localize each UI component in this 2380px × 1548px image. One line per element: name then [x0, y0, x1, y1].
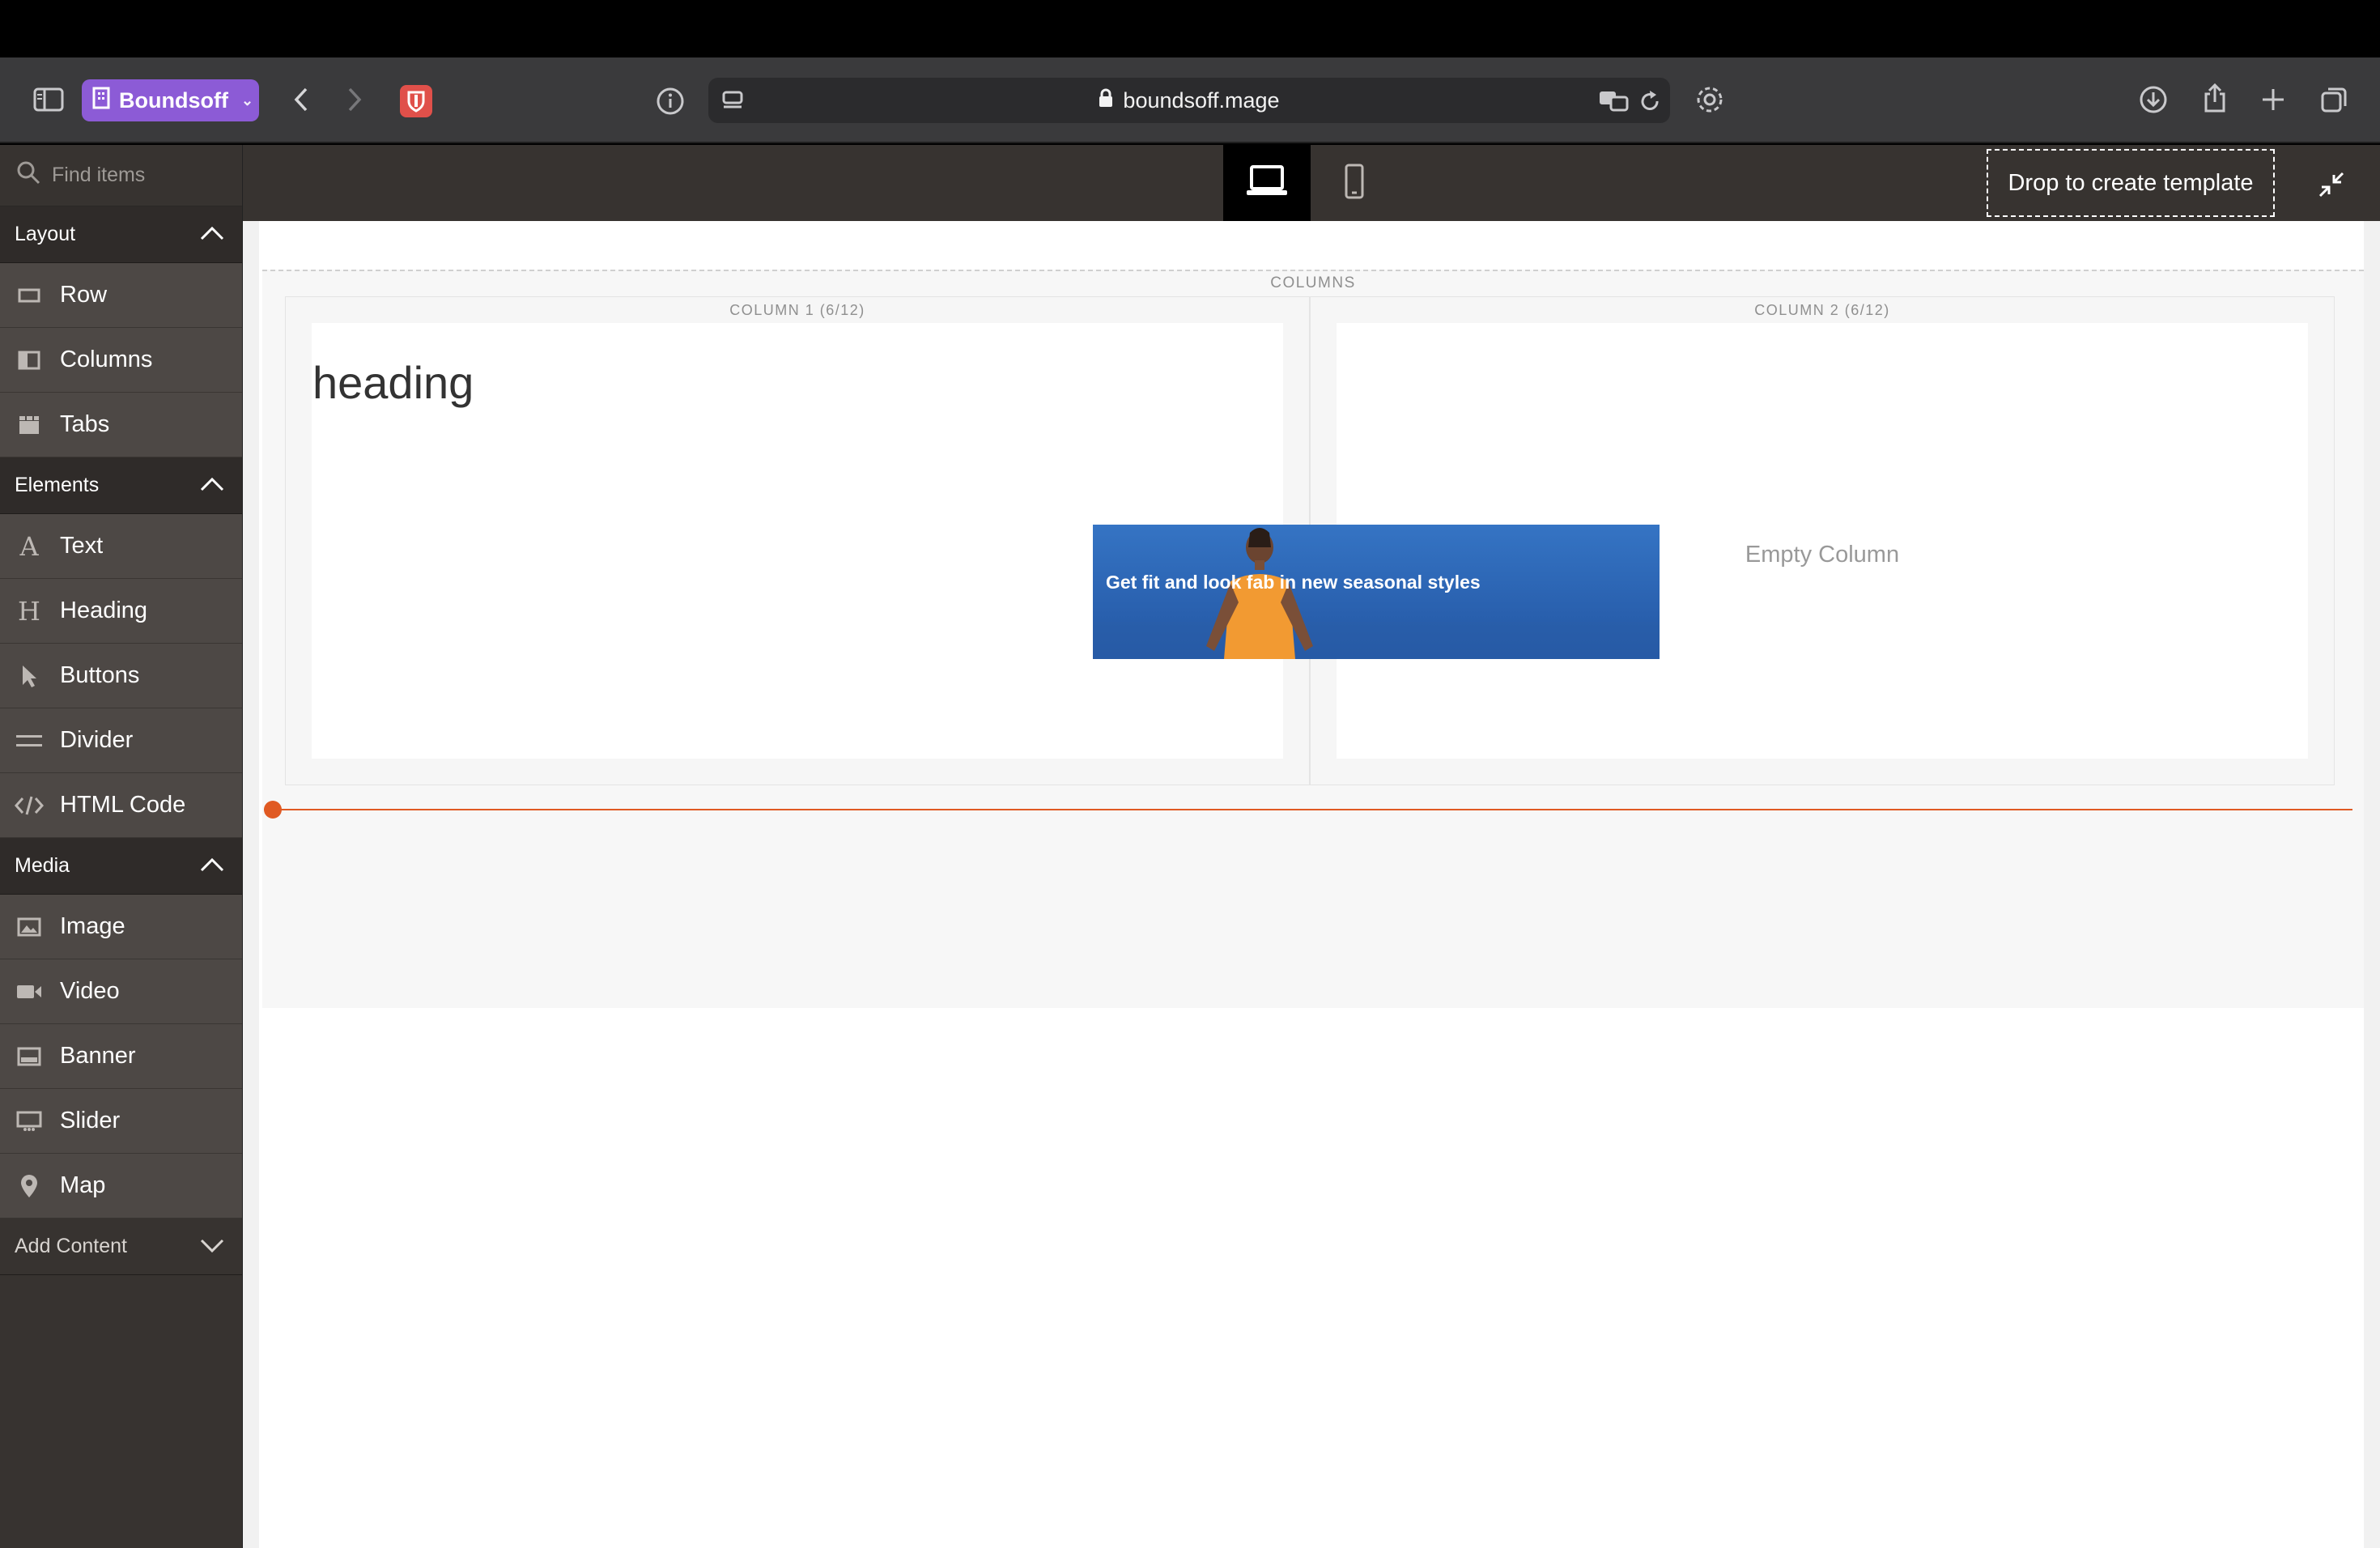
gear-icon[interactable] [1692, 82, 1728, 117]
sidebar-item-label: Tabs [60, 411, 110, 437]
desktop-view-button[interactable] [1223, 145, 1311, 221]
map-pin-icon [15, 1174, 44, 1198]
sidebar-item-heading[interactable]: H Heading [0, 579, 242, 644]
section-media[interactable]: Media [0, 838, 242, 895]
column-2-label: COLUMN 2 (6/12) [1754, 302, 1890, 318]
sidebar-item-buttons[interactable]: Buttons [0, 644, 242, 708]
collapse-icon[interactable] [2315, 168, 2348, 201]
forward-icon[interactable] [338, 83, 371, 116]
sidebar-item-label: Row [60, 282, 108, 308]
column-1-label: COLUMN 1 (6/12) [729, 302, 865, 318]
heading-icon: H [18, 595, 40, 627]
sidebar-item-label: Banner [60, 1043, 136, 1069]
content-sidebar: Find items Layout Row Columns Tabs Eleme… [0, 145, 243, 1548]
url-text: boundsoff.mage [1123, 87, 1280, 113]
address-bar[interactable]: boundsoff.mage [708, 78, 1670, 123]
browser-toolbar: Boundsoff ⌄ boundsoff.mage [0, 57, 2380, 143]
cursor-icon [15, 664, 44, 688]
reload-icon[interactable] [1636, 87, 1664, 115]
template-drop-zone[interactable]: Drop to create template [1987, 149, 2275, 217]
section-elements[interactable]: Elements [0, 457, 242, 514]
sidebar-toggle-icon[interactable] [31, 83, 66, 116]
drop-indicator-dot [264, 801, 282, 819]
banner-text: Get fit and look fab in new seasonal sty… [1106, 572, 1481, 593]
chevron-up-icon [200, 854, 224, 878]
building-icon [91, 87, 111, 115]
sidebar-item-label: Divider [60, 727, 134, 753]
sidebar-item-divider[interactable]: Divider [0, 708, 242, 773]
info-icon[interactable] [652, 83, 688, 119]
section-add-content[interactable]: Add Content [0, 1218, 242, 1275]
sidebar-item-row[interactable]: Row [0, 263, 242, 328]
dragged-banner-preview[interactable]: Get fit and look fab in new seasonal sty… [1093, 525, 1660, 659]
sidebar-item-label: Text [60, 533, 104, 559]
section-elements-label: Elements [15, 474, 100, 496]
code-icon [15, 795, 44, 816]
sidebar-item-label: Heading [60, 598, 148, 623]
sidebar-item-slider[interactable]: Slider [0, 1089, 242, 1154]
sidebar-item-image[interactable]: Image [0, 895, 242, 959]
translate-icon[interactable] [1597, 87, 1630, 113]
profile-button[interactable]: Boundsoff ⌄ [82, 79, 259, 121]
search-placeholder: Find items [52, 164, 146, 186]
sidebar-item-label: Buttons [60, 662, 140, 688]
extension-shield-icon[interactable] [400, 85, 432, 117]
tabs-icon [15, 415, 44, 436]
profile-name: Boundsoff [119, 87, 228, 113]
section-layout-label: Layout [15, 223, 76, 245]
section-media-label: Media [15, 854, 70, 877]
sidebar-item-label: Image [60, 913, 125, 939]
sidebar-item-tabs[interactable]: Tabs [0, 393, 242, 457]
tab-overview-icon[interactable] [2317, 82, 2352, 117]
mobile-view-button[interactable] [1311, 145, 1398, 221]
sidebar-item-video[interactable]: Video [0, 959, 242, 1024]
slider-icon [15, 1111, 44, 1132]
section-add-content-label: Add Content [15, 1235, 127, 1257]
phone-icon [1344, 164, 1365, 203]
heading-element[interactable]: heading [312, 356, 474, 409]
sidebar-item-label: Columns [60, 347, 153, 372]
sidebar-item-html-code[interactable]: HTML Code [0, 773, 242, 838]
banner-icon [15, 1047, 44, 1066]
columns-icon [15, 351, 44, 370]
sidebar-item-label: Video [60, 978, 120, 1004]
chevron-down-icon [200, 1235, 224, 1258]
chevron-up-icon [200, 223, 224, 246]
sidebar-item-banner[interactable]: Banner [0, 1024, 242, 1089]
drop-indicator-line [264, 809, 2352, 810]
chevron-down-icon: ⌄ [240, 91, 254, 108]
image-icon [15, 917, 44, 937]
lock-icon [1099, 88, 1113, 113]
share-icon[interactable] [2197, 80, 2233, 116]
sidebar-item-columns[interactable]: Columns [0, 328, 242, 393]
search-icon [16, 160, 40, 190]
divider-icon [15, 733, 44, 749]
top-band [0, 0, 2380, 57]
new-tab-icon[interactable] [2255, 82, 2291, 117]
back-icon[interactable] [285, 83, 317, 116]
download-icon[interactable] [2136, 82, 2171, 117]
sidebar-item-text[interactable]: A Text [0, 514, 242, 579]
laptop-icon [1245, 164, 1289, 202]
sidebar-item-label: Slider [60, 1108, 121, 1133]
text-icon: A [19, 530, 39, 562]
sidebar-item-map[interactable]: Map [0, 1154, 242, 1218]
sidebar-item-label: HTML Code [60, 792, 186, 818]
columns-label: COLUMNS [1270, 274, 1356, 291]
chevron-up-icon [200, 474, 224, 497]
section-layout[interactable]: Layout [0, 206, 242, 263]
row-icon [15, 287, 44, 304]
video-camera-icon [15, 983, 44, 1001]
sidebar-item-label: Map [60, 1172, 106, 1198]
find-items-search[interactable]: Find items [0, 145, 242, 206]
